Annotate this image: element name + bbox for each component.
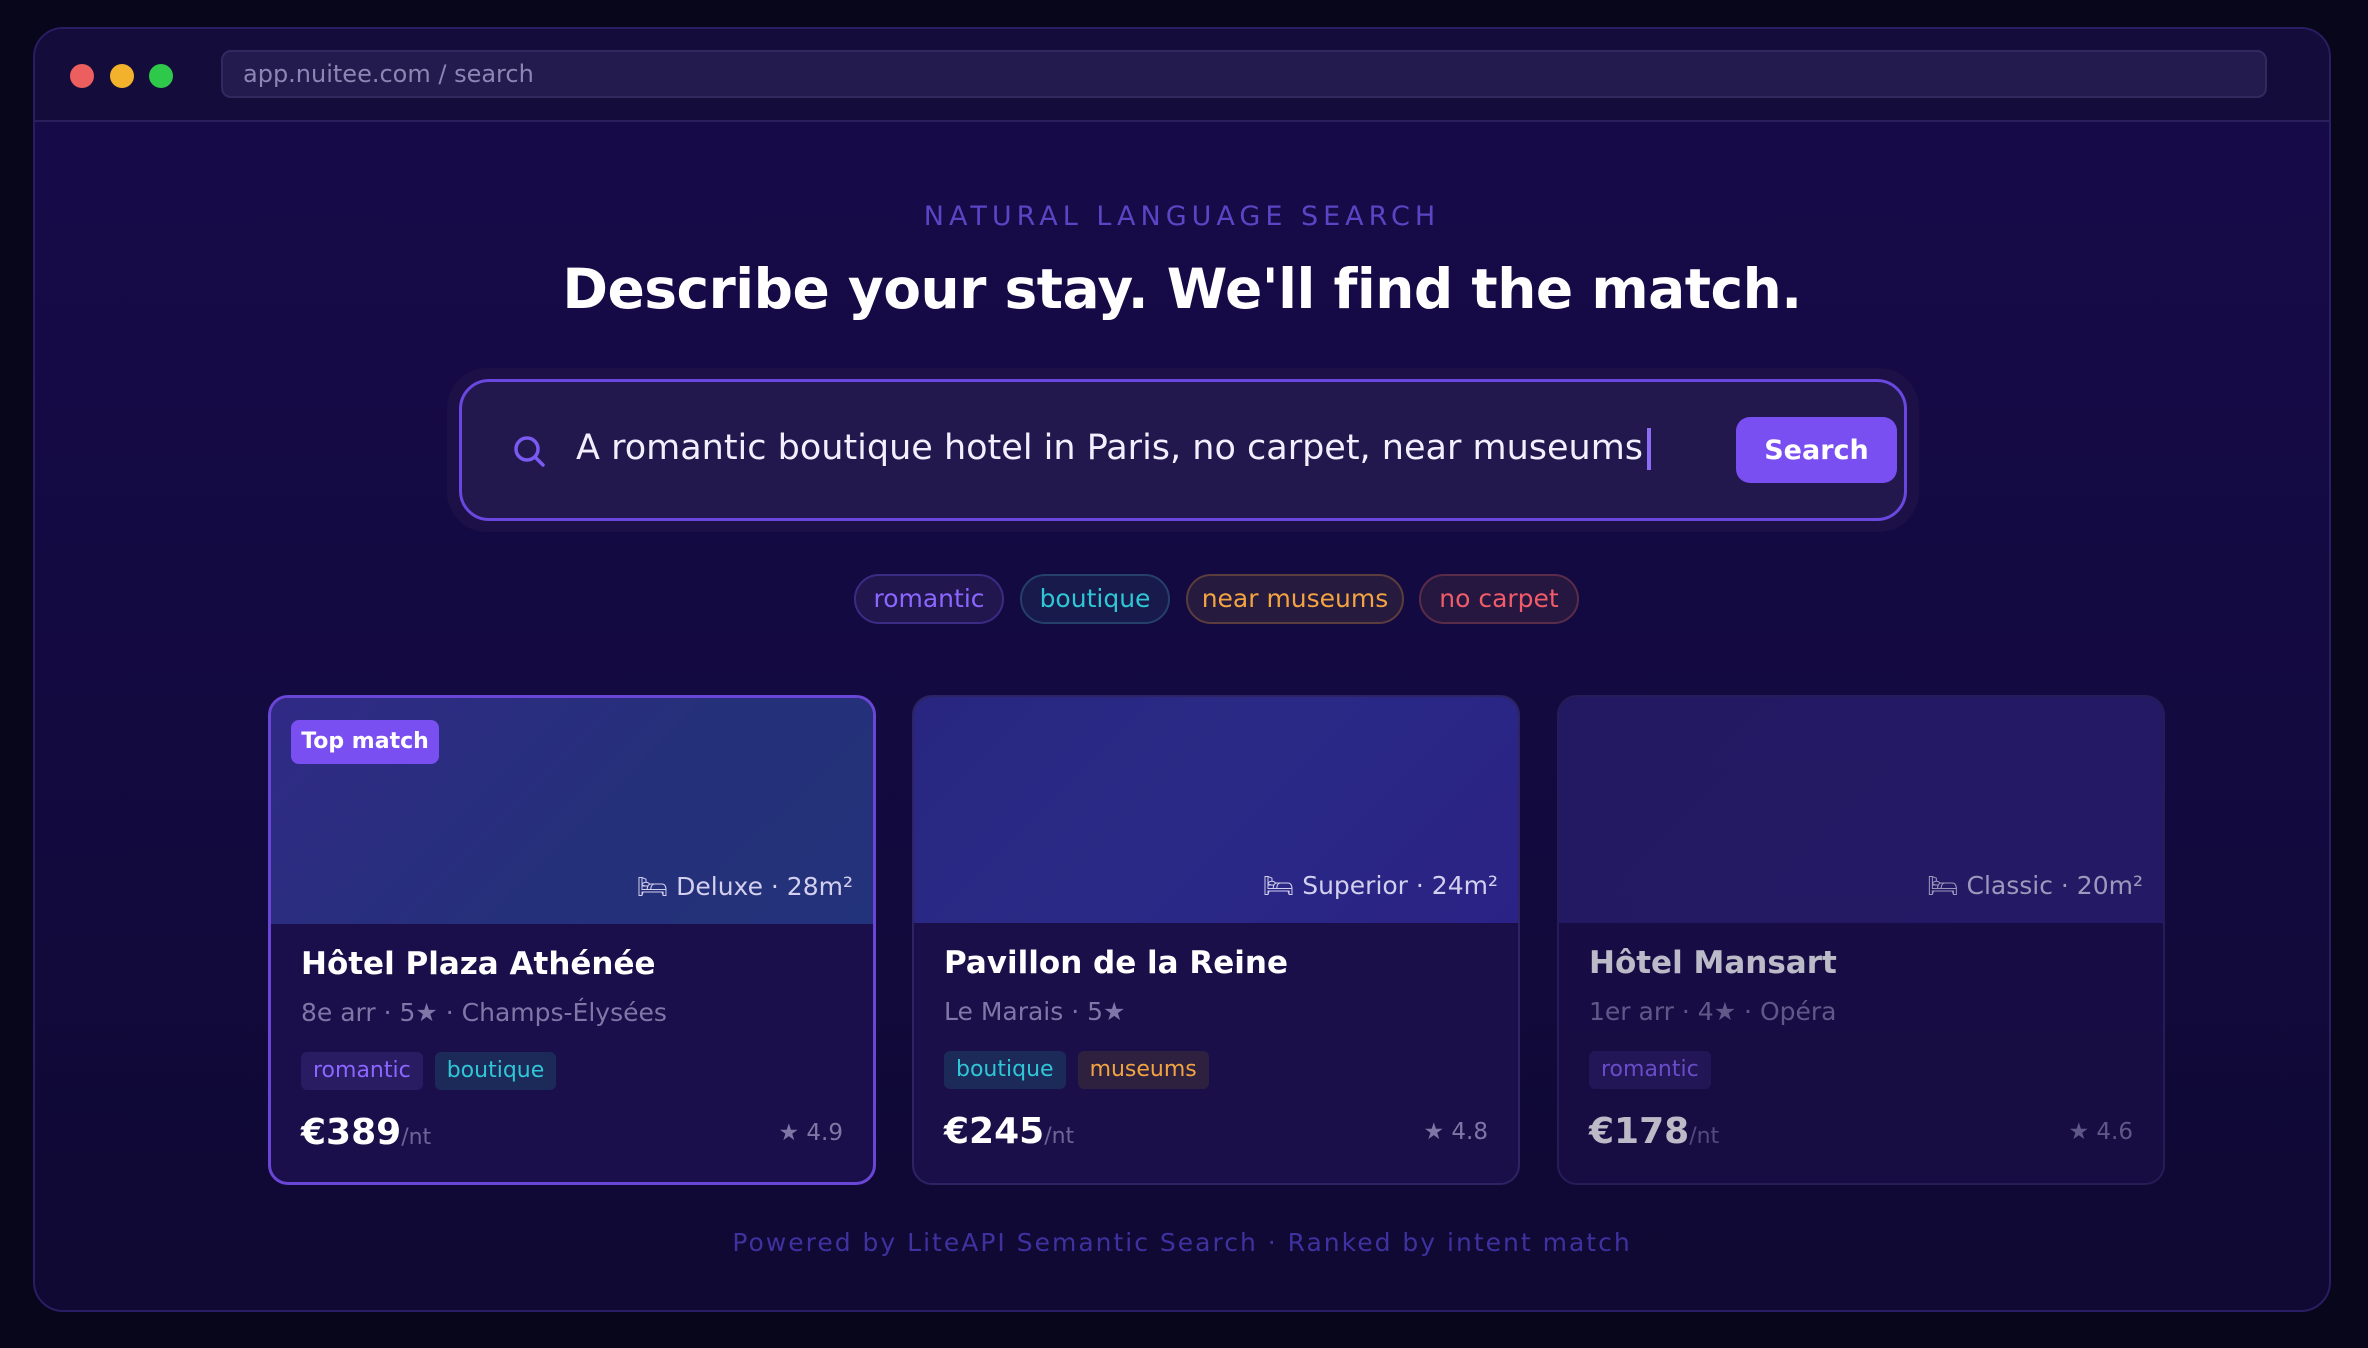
search-button[interactable]: Search: [1736, 417, 1897, 483]
hotel-price: €245/nt: [944, 1111, 1074, 1152]
hotel-price: €178/nt: [1589, 1111, 1719, 1152]
search-input[interactable]: A romantic boutique hotel in Paris, no c…: [576, 418, 1652, 478]
price-amount: €245: [944, 1111, 1045, 1152]
close-window-button[interactable]: [70, 64, 94, 88]
page-title: Describe your stay. We'll find the match…: [562, 257, 1802, 321]
hotel-tags: romantic boutique: [301, 1052, 557, 1090]
browser-titlebar: app.nuitee.com / search: [35, 29, 2329, 122]
hotel-rating: ★ 4.6: [2068, 1119, 2133, 1145]
price-unit: /nt: [1689, 1124, 1720, 1149]
tag: romantic: [1589, 1051, 1711, 1089]
hotel-rating: ★ 4.8: [1423, 1119, 1488, 1145]
tag: romantic: [301, 1052, 423, 1090]
hotel-card[interactable]: 🛏 Superior · 24m² Pavillon de la Reine L…: [912, 695, 1520, 1185]
hotel-name[interactable]: Hôtel Plaza Athénée: [301, 946, 656, 982]
intent-chip-near-museums[interactable]: near museums: [1186, 574, 1404, 624]
browser-window: app.nuitee.com / search NATURAL LANGUAGE…: [33, 27, 2331, 1312]
footer-note: Powered by LiteAPI Semantic Search · Ran…: [732, 1228, 1632, 1257]
hotel-card[interactable]: 🛏 Classic · 20m² Hôtel Mansart 1er arr ·…: [1557, 695, 2165, 1185]
hotel-name[interactable]: Pavillon de la Reine: [944, 945, 1288, 981]
hotel-card[interactable]: Top match 🛏 Deluxe · 28m² Hôtel Plaza At…: [268, 695, 876, 1185]
hotel-image: 🛏 Classic · 20m²: [1559, 697, 2163, 923]
maximize-window-button[interactable]: [149, 64, 173, 88]
text-caret: [1647, 428, 1652, 470]
hotel-tags: romantic: [1589, 1051, 1711, 1089]
room-info: 🛏 Superior · 24m²: [1262, 871, 1498, 900]
tag: boutique: [944, 1051, 1066, 1089]
hotel-name[interactable]: Hôtel Mansart: [1589, 945, 1837, 981]
tag: museums: [1077, 1051, 1209, 1089]
intent-chip-no-carpet[interactable]: no carpet: [1419, 574, 1579, 624]
intent-chip-boutique[interactable]: boutique: [1020, 574, 1170, 624]
room-info: 🛏 Deluxe · 28m²: [636, 872, 853, 901]
hotel-price: €389/nt: [301, 1112, 431, 1153]
price-amount: €178: [1589, 1111, 1690, 1152]
price-unit: /nt: [401, 1125, 432, 1150]
search-bar[interactable]: A romantic boutique hotel in Paris, no c…: [459, 379, 1907, 521]
search-query: A romantic boutique hotel in Paris, no c…: [576, 428, 1644, 468]
top-match-badge: Top match: [291, 720, 439, 764]
hotel-meta: 1er arr · 4★ · Opéra: [1589, 997, 1837, 1026]
hotel-meta: Le Marais · 5★: [944, 997, 1126, 1026]
tag: boutique: [434, 1052, 557, 1090]
room-info: 🛏 Classic · 20m²: [1926, 871, 2143, 900]
hotel-image: Top match 🛏 Deluxe · 28m²: [271, 698, 873, 924]
address-bar[interactable]: app.nuitee.com / search: [221, 50, 2267, 98]
hotel-tags: boutique museums: [944, 1051, 1209, 1089]
price-unit: /nt: [1044, 1124, 1075, 1149]
hotel-rating: ★ 4.9: [778, 1120, 843, 1146]
hotel-meta: 8e arr · 5★ · Champs-Élysées: [301, 998, 667, 1027]
price-amount: €389: [301, 1112, 402, 1153]
search-icon: [514, 436, 545, 467]
hotel-image: 🛏 Superior · 24m²: [914, 697, 1518, 923]
minimize-window-button[interactable]: [110, 64, 134, 88]
section-kicker: NATURAL LANGUAGE SEARCH: [923, 201, 1441, 232]
intent-chip-romantic[interactable]: romantic: [854, 574, 1004, 624]
